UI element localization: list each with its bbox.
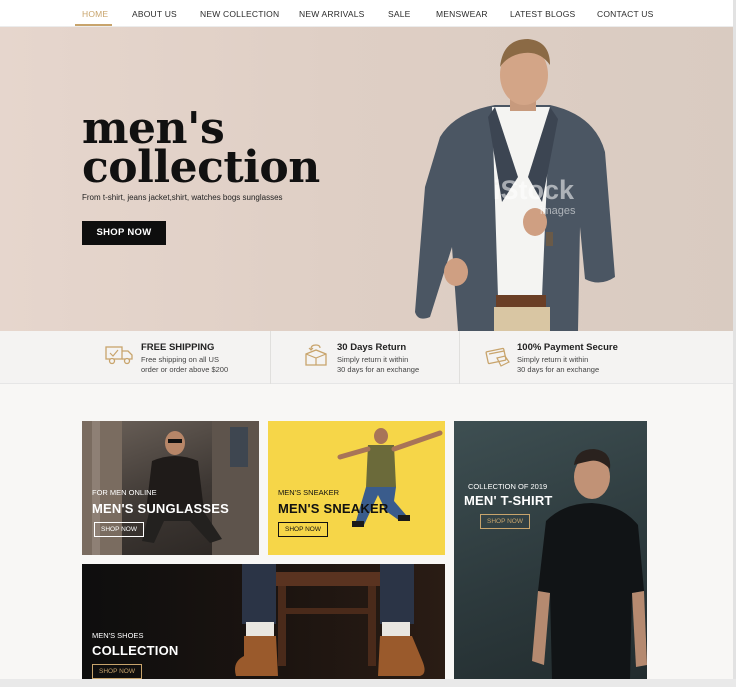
stock-watermark: iStock — [493, 175, 575, 205]
feature-line-1: Free shipping on all US — [141, 355, 219, 364]
feature-description: Free shipping on all US order or order a… — [141, 355, 228, 375]
feature-description: Simply return it within 30 days for an e… — [517, 355, 599, 375]
card-kicker: FOR MEN ONLINE — [92, 488, 157, 497]
card-title: MEN' T-SHIRT — [464, 493, 553, 508]
card-shop-now-button[interactable]: SHOP NOW — [92, 664, 142, 679]
card-mens-shoes[interactable]: MEN'S SHOES COLLECTION SHOP NOW — [82, 564, 445, 684]
feature-line-2: 30 days for an exchange — [517, 365, 600, 374]
feature-description: Simply return it within 30 days for an e… — [337, 355, 419, 375]
hero-banner: men's collection From t-shirt, jeans jac… — [0, 27, 736, 331]
card-mens-sneaker[interactable]: MEN'S SNEAKER MEN'S SNEAKER SHOP NOW — [268, 421, 445, 555]
feature-free-shipping: FREE SHIPPING Free shipping on all US or… — [0, 331, 270, 384]
nav-item-menswear[interactable]: MENSWEAR — [436, 9, 488, 19]
tshirt-model-image — [532, 449, 647, 679]
nav-item-latest-blogs[interactable]: LATEST BLOGS — [510, 9, 575, 19]
feature-line-1: Simply return it within — [517, 355, 589, 364]
card-shop-now-button[interactable]: SHOP NOW — [94, 522, 144, 537]
feature-title: 100% Payment Secure — [517, 342, 618, 353]
return-box-icon — [305, 344, 327, 366]
feature-30-days-return: 30 Days Return Simply return it within 3… — [271, 331, 459, 384]
card-kicker: MEN'S SNEAKER — [278, 488, 340, 497]
card-kicker: MEN'S SHOES — [92, 631, 144, 640]
stock-watermark-sub: images — [540, 205, 576, 217]
card-mens-sunglasses[interactable]: FOR MEN ONLINE MEN'S SUNGLASSES SHOP NOW — [82, 421, 259, 555]
shop-now-button[interactable]: SHOP NOW — [82, 221, 166, 245]
delivery-truck-icon — [105, 346, 133, 365]
card-title: COLLECTION — [92, 643, 179, 658]
card-title: MEN'S SNEAKER — [278, 501, 389, 516]
nav-item-new-collection[interactable]: NEW COLLECTION — [200, 9, 279, 19]
nav-item-new-arrivals[interactable]: NEW ARRIVALS — [299, 9, 365, 19]
card-shop-now-button[interactable]: SHOP NOW — [278, 522, 328, 537]
card-kicker: COLLECTION OF 2019 — [468, 482, 548, 491]
secure-payment-icon — [485, 347, 510, 367]
feature-line-1: Simply return it within — [337, 355, 409, 364]
nav-item-contact-us[interactable]: CONTACT US — [597, 9, 653, 19]
feature-line-2: order or order above $200 — [141, 365, 229, 374]
nav-item-about-us[interactable]: ABOUT US — [132, 9, 177, 19]
nav-item-sale[interactable]: SALE — [388, 9, 411, 19]
card-mens-tshirt[interactable]: COLLECTION OF 2019 MEN' T-SHIRT SHOP NOW — [454, 421, 647, 679]
feature-payment-secure: 100% Payment Secure Simply return it wit… — [460, 331, 733, 384]
window-bottom-edge — [0, 679, 736, 687]
features-bar: FREE SHIPPING Free shipping on all US or… — [0, 331, 736, 384]
card-title: MEN'S SUNGLASSES — [92, 501, 230, 516]
active-nav-indicator — [75, 24, 112, 26]
nav-item-home[interactable]: HOME — [82, 9, 108, 19]
product-categories: FOR MEN ONLINE MEN'S SUNGLASSES SHOP NOW… — [0, 384, 736, 687]
hero-title-line-2: collection — [82, 142, 320, 193]
hero-subtitle: From t-shirt, jeans jacket,shirt, watche… — [82, 193, 283, 202]
top-navigation: HOME ABOUT US NEW COLLECTION NEW ARRIVAL… — [0, 0, 736, 27]
feature-line-2: 30 days for an exchange — [337, 365, 420, 374]
feature-title: FREE SHIPPING — [141, 342, 215, 353]
card-shop-now-button[interactable]: SHOP NOW — [480, 514, 530, 529]
hero-title: men's collection — [82, 107, 320, 193]
feature-title: 30 Days Return — [337, 342, 407, 353]
